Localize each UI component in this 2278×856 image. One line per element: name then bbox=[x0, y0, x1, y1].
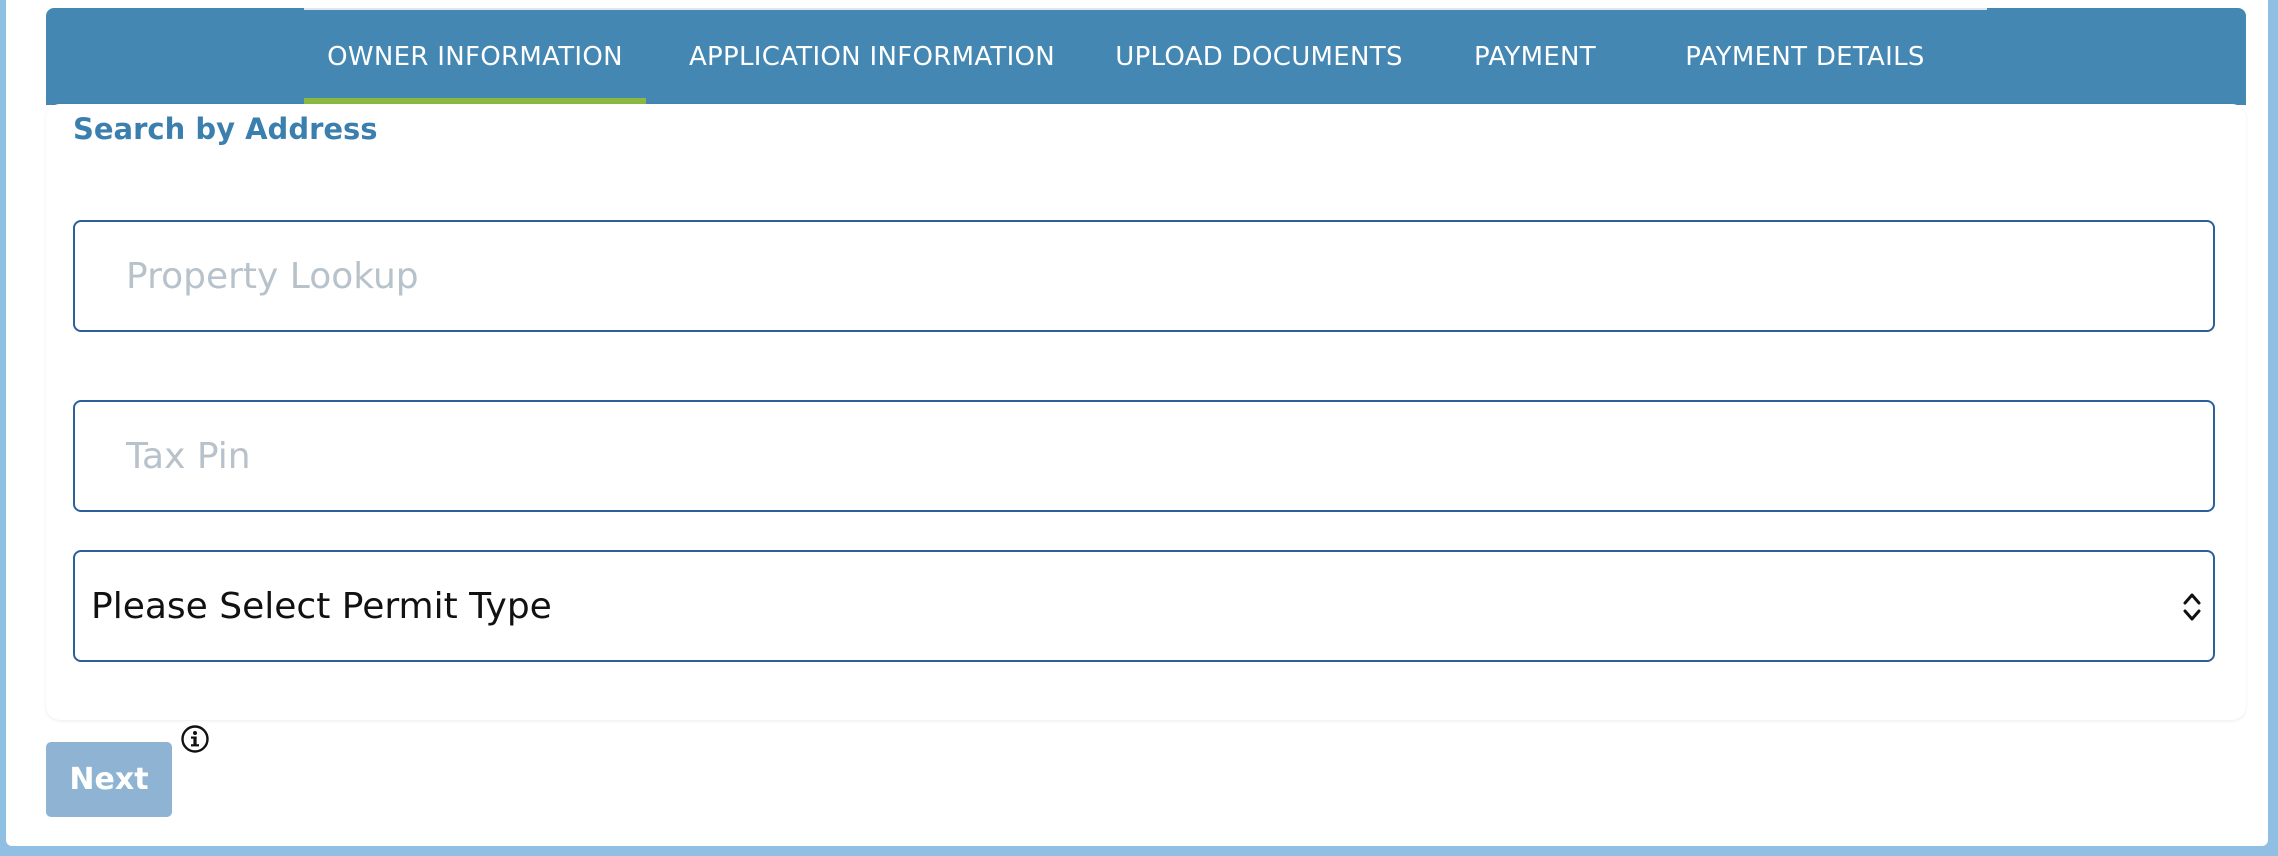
tax-pin-input[interactable] bbox=[75, 402, 2213, 510]
section-title: Search by Address bbox=[73, 112, 378, 146]
property-lookup-input[interactable] bbox=[75, 222, 2213, 330]
tab-label: PAYMENT DETAILS bbox=[1685, 41, 1925, 72]
tab-upload-documents[interactable]: UPLOAD DOCUMENTS bbox=[1098, 8, 1420, 105]
tab-owner-information[interactable]: OWNER INFORMATION bbox=[304, 8, 646, 107]
tax-pin-field bbox=[73, 400, 2215, 512]
next-button[interactable]: Next bbox=[46, 742, 172, 817]
owner-information-form: Search by Address Please Select Permit T… bbox=[46, 104, 2246, 720]
tab-application-information[interactable]: APPLICATION INFORMATION bbox=[674, 8, 1070, 105]
tab-label: UPLOAD DOCUMENTS bbox=[1115, 41, 1403, 72]
select-arrows-icon bbox=[2183, 593, 2201, 621]
property-lookup-field bbox=[73, 220, 2215, 332]
tab-label: APPLICATION INFORMATION bbox=[688, 41, 1056, 72]
tab-label: PAYMENT bbox=[1474, 41, 1596, 72]
next-button-label: Next bbox=[69, 762, 149, 797]
tab-payment[interactable]: PAYMENT bbox=[1448, 8, 1622, 105]
tab-payment-details[interactable]: PAYMENT DETAILS bbox=[1650, 8, 1960, 105]
permit-type-select[interactable]: Please Select Permit Type bbox=[73, 550, 2215, 662]
tab-label: OWNER INFORMATION bbox=[327, 41, 623, 72]
permit-type-selected: Please Select Permit Type bbox=[91, 585, 552, 627]
step-tabs: OWNER INFORMATION APPLICATION INFORMATIO… bbox=[46, 8, 2246, 107]
info-icon[interactable] bbox=[180, 724, 210, 754]
page-frame: OWNER INFORMATION APPLICATION INFORMATIO… bbox=[6, 0, 2268, 846]
